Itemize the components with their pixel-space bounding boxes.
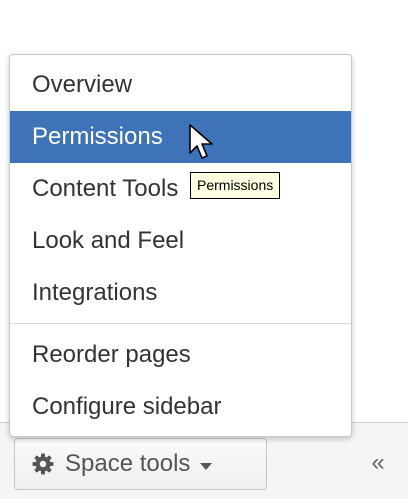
double-chevron-left-icon: «	[371, 449, 385, 476]
gear-icon	[31, 452, 55, 476]
menu-item-look-and-feel[interactable]: Look and Feel	[10, 215, 351, 267]
menu-item-label: Overview	[32, 71, 133, 98]
menu-item-permissions[interactable]: Permissions	[10, 111, 351, 163]
caret-down-icon	[200, 462, 213, 470]
space-tools-menu: Overview Permissions Content Tools Look …	[9, 54, 352, 437]
menu-item-content-tools[interactable]: Content Tools	[10, 163, 351, 215]
menu-item-label: Content Tools	[32, 175, 179, 202]
permissions-tooltip: Permissions	[190, 172, 281, 199]
menu-item-reorder-pages[interactable]: Reorder pages	[10, 329, 351, 381]
menu-item-label: Integrations	[32, 279, 158, 306]
menu-item-label: Look and Feel	[32, 227, 185, 254]
space-tools-label: Space tools	[65, 450, 191, 477]
menu-item-configure-sidebar[interactable]: Configure sidebar	[10, 381, 351, 433]
collapse-sidebar-button[interactable]: «	[364, 448, 392, 478]
space-tools-button[interactable]: Space tools	[14, 438, 267, 490]
menu-item-label: Configure sidebar	[32, 393, 222, 420]
menu-item-label: Permissions	[32, 123, 163, 150]
menu-item-label: Reorder pages	[32, 341, 191, 368]
menu-item-integrations[interactable]: Integrations	[10, 267, 351, 319]
menu-item-overview[interactable]: Overview	[10, 59, 351, 111]
menu-divider	[10, 323, 351, 324]
